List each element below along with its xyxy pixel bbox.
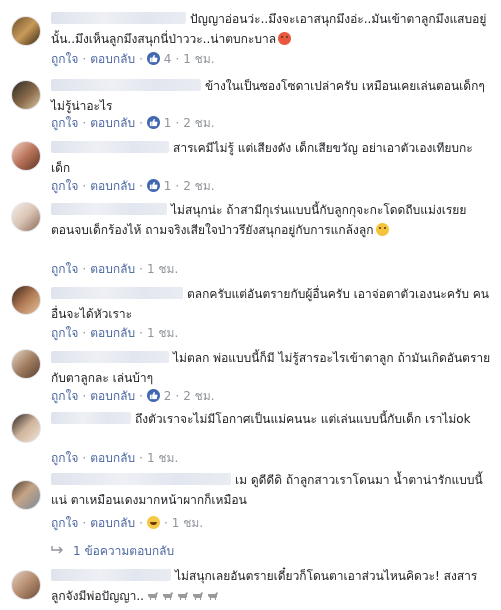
avatar[interactable] bbox=[11, 141, 41, 171]
author-name-redacted[interactable] bbox=[51, 287, 183, 299]
comment-actions: ถูกใจ · ตอบกลับ · · 1 ชม. bbox=[51, 516, 204, 530]
comment-body: ตลกครับแต่อันตรายกับผู้อื่นครับ เอาจ่อตา… bbox=[51, 284, 491, 324]
comment-body: ข้างในเป็นซองโซดาเปล่าครับ เหมือนเคยเล่น… bbox=[51, 76, 491, 116]
like-button[interactable]: ถูกใจ bbox=[51, 179, 78, 193]
laughing-face-icon bbox=[146, 516, 160, 529]
like-button[interactable]: ถูกใจ bbox=[51, 389, 78, 403]
timestamp[interactable]: 1 ชม. bbox=[147, 451, 178, 465]
comment-actions: ถูกใจ · ตอบกลับ · 1 · 2 ชม. bbox=[51, 116, 215, 130]
timestamp[interactable]: 1 ชม. bbox=[147, 262, 178, 276]
reply-button[interactable]: ตอบกลับ bbox=[90, 262, 135, 276]
avatar[interactable] bbox=[11, 80, 41, 110]
like-button[interactable]: ถูกใจ bbox=[51, 116, 78, 130]
author-name-redacted[interactable] bbox=[51, 351, 169, 363]
like-button[interactable]: ถูกใจ bbox=[51, 262, 78, 276]
reply-button[interactable]: ตอบกลับ bbox=[90, 516, 135, 530]
thumbs-up-icon bbox=[146, 116, 160, 129]
reply-button[interactable]: ตอบกลับ bbox=[90, 52, 135, 66]
comment-body: สารเคมีไม่รู้ แต่เสียงดัง เด็กเสียขวัญ อ… bbox=[51, 138, 491, 178]
avatar[interactable] bbox=[11, 480, 41, 510]
author-name-redacted[interactable] bbox=[51, 141, 169, 153]
like-button[interactable]: ถูกใจ bbox=[51, 52, 78, 66]
expressionless-face-icon bbox=[375, 223, 389, 236]
goat-icon bbox=[207, 587, 219, 600]
author-name-redacted[interactable] bbox=[51, 79, 201, 91]
timestamp[interactable]: 1 ชม. bbox=[183, 52, 214, 66]
like-count[interactable]: 1 bbox=[164, 179, 172, 193]
comment-actions: ถูกใจ · ตอบกลับ · 2 · 2 ชม. bbox=[51, 389, 215, 403]
replies-count-label[interactable]: 1 ข้อความตอบกลับ bbox=[73, 544, 174, 558]
avatar[interactable] bbox=[11, 570, 41, 600]
comment-body: ถึงตัวเราจะไม่มีโอกาศเป็นแม่คนนะ แต่เล่น… bbox=[51, 409, 491, 429]
thumbs-up-icon bbox=[146, 179, 160, 192]
avatar[interactable] bbox=[11, 16, 41, 46]
like-count[interactable]: 2 bbox=[164, 389, 172, 403]
comment-body: ไม่สนุกน่ะ ถ้าสามีกุเร่นแบบนี้กับลูกกุจะ… bbox=[51, 200, 491, 240]
comment-actions: ถูกใจ · ตอบกลับ · 1 · 2 ชม. bbox=[51, 179, 215, 193]
timestamp[interactable]: 2 ชม. bbox=[183, 389, 214, 403]
goat-icon bbox=[162, 587, 174, 600]
timestamp[interactable]: 1 ชม. bbox=[172, 516, 203, 530]
goat-icon bbox=[192, 587, 204, 600]
avatar[interactable] bbox=[11, 285, 41, 315]
timestamp[interactable]: 1 ชม. bbox=[147, 326, 178, 340]
avatar[interactable] bbox=[11, 413, 41, 443]
reply-button[interactable]: ตอบกลับ bbox=[90, 326, 135, 340]
comment-text: ถึงตัวเราจะไม่มีโอกาศเป็นแม่คนนะ แต่เล่น… bbox=[135, 412, 471, 426]
like-button[interactable]: ถูกใจ bbox=[51, 516, 78, 530]
comment-body: ปัญญาอ่อนว่ะ..มึงจะเอาสนุกมึงอ่ะ..มันเข้… bbox=[51, 9, 491, 49]
thumbs-up-icon bbox=[146, 389, 160, 402]
goat-icon bbox=[177, 587, 189, 600]
author-name-redacted[interactable] bbox=[51, 569, 171, 581]
angry-face-icon bbox=[278, 32, 292, 45]
comment-actions: ถูกใจ · ตอบกลับ · 1 ชม. bbox=[51, 326, 179, 340]
comment-body: ไม่สนุกเลยอันตรายเดี๋ยวก็โดนตาเอาส่วนไหน… bbox=[51, 566, 491, 606]
author-name-redacted[interactable] bbox=[51, 473, 231, 485]
like-button[interactable]: ถูกใจ bbox=[51, 326, 78, 340]
comment-body: ไม่ตลก พ่อแบบนี้ก็มี ไม่รู้สารอะไรเข้าตา… bbox=[51, 348, 491, 388]
avatar[interactable] bbox=[11, 202, 41, 232]
comment-actions: ถูกใจ · ตอบกลับ · 1 ชม. bbox=[51, 451, 179, 465]
thumbs-up-icon bbox=[146, 52, 160, 65]
goat-icon bbox=[147, 587, 159, 600]
timestamp[interactable]: 2 ชม. bbox=[183, 179, 214, 193]
reply-button[interactable]: ตอบกลับ bbox=[90, 116, 135, 130]
comment-actions: ถูกใจ · ตอบกลับ · 1 ชม. bbox=[51, 262, 179, 276]
avatar[interactable] bbox=[11, 349, 41, 379]
author-name-redacted[interactable] bbox=[51, 412, 131, 424]
comment-actions: ถูกใจ · ตอบกลับ · 4 · 1 ชม. bbox=[51, 52, 215, 66]
author-name-redacted[interactable] bbox=[51, 203, 167, 215]
reply-button[interactable]: ตอบกลับ bbox=[90, 389, 135, 403]
reply-arrow-icon bbox=[51, 543, 65, 559]
view-replies-link[interactable]: 1 ข้อความตอบกลับ bbox=[51, 543, 174, 559]
reply-button[interactable]: ตอบกลับ bbox=[90, 451, 135, 465]
comment-thread: ปัญญาอ่อนว่ะ..มึงจะเอาสนุกมึงอ่ะ..มันเข้… bbox=[0, 0, 501, 610]
like-button[interactable]: ถูกใจ bbox=[51, 451, 78, 465]
comment-body: เม ดูดีดีดิ ถ้าลูกสาวเราโดนมา น้ำตาน่ารั… bbox=[51, 470, 491, 510]
timestamp[interactable]: 2 ชม. bbox=[183, 116, 214, 130]
author-name-redacted[interactable] bbox=[51, 12, 186, 24]
reply-button[interactable]: ตอบกลับ bbox=[90, 179, 135, 193]
like-count[interactable]: 1 bbox=[164, 116, 172, 130]
like-count[interactable]: 4 bbox=[164, 52, 172, 66]
